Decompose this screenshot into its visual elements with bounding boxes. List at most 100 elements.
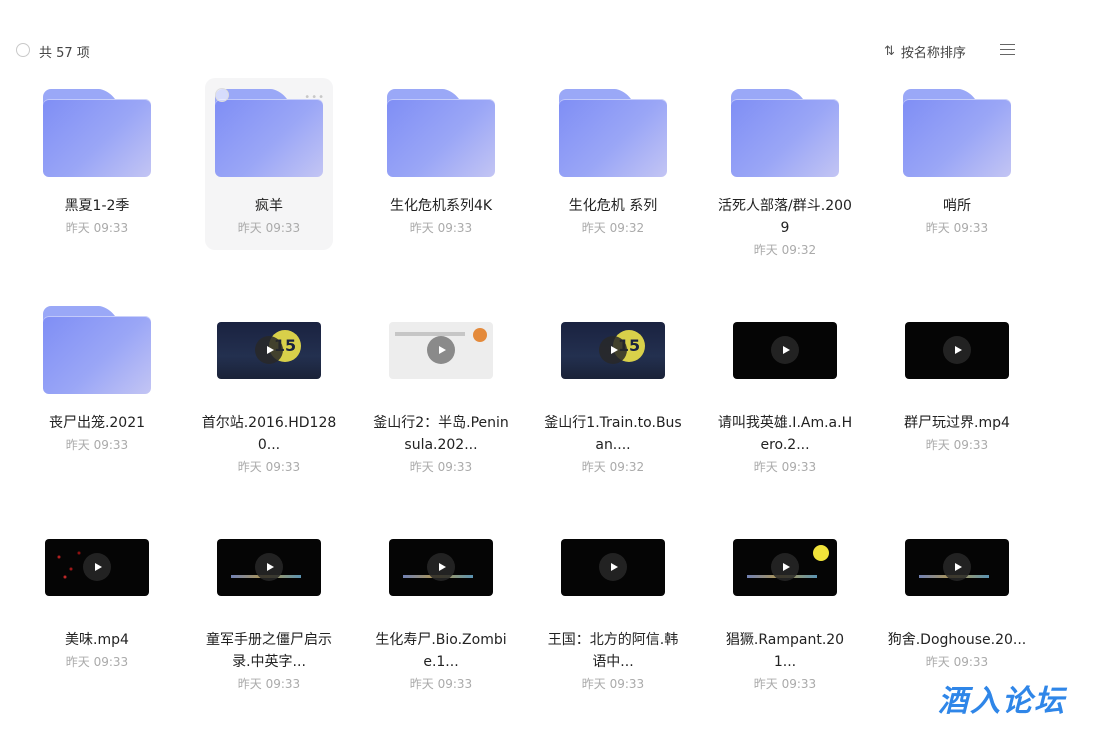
folder-item[interactable]: 丧尸出笼.2021 昨天 09:33 (33, 295, 161, 467)
item-modified-time: 昨天 09:32 (581, 221, 645, 235)
folder-item[interactable]: ••• 疯羊 昨天 09:33 (205, 78, 333, 250)
video-thumbnail (893, 295, 1021, 405)
grid-cell: 请叫我英雄.I.Am.a.Hero.2... 昨天 09:33 (699, 295, 871, 512)
video-item[interactable]: 童军手册之僵尸启示录.中英字... 昨天 09:33 (205, 512, 333, 691)
sort-button[interactable]: ⇅ 按名称排序 (884, 42, 966, 61)
grid-cell: 猖獗.Rampant.201... 昨天 09:33 (699, 512, 871, 729)
video-item[interactable]: 群尸玩过界.mp4 昨天 09:33 (893, 295, 1021, 467)
item-modified-time: 昨天 09:33 (753, 677, 817, 691)
video-item[interactable]: 请叫我英雄.I.Am.a.Hero.2... 昨天 09:33 (718, 295, 852, 474)
item-modified-time: 昨天 09:33 (409, 221, 473, 235)
grid-cell: 哨所 昨天 09:33 (871, 78, 1043, 295)
select-checkbox[interactable] (215, 88, 229, 102)
play-icon (771, 336, 799, 364)
item-name: 生化危机 系列 昨天 09:32 (543, 195, 683, 239)
item-modified-time: 昨天 09:33 (65, 438, 129, 452)
video-item[interactable]: 15 釜山行1.Train.to.Busan.... 昨天 09:32 (544, 295, 682, 474)
video-thumbnail (721, 295, 849, 405)
item-modified-time: 昨天 09:33 (925, 655, 989, 669)
item-name-text: 猖獗.Rampant.201... (725, 632, 845, 670)
folder-item[interactable]: 黑夏1-2季 昨天 09:33 (33, 78, 161, 250)
item-name-text: 童军手册之僵尸启示录.中英字... (206, 632, 332, 670)
item-name-text: 狗舍.Doghouse.20... (887, 632, 1027, 648)
item-modified-time: 昨天 09:33 (237, 677, 301, 691)
video-item[interactable]: 美味.mp4 昨天 09:33 (33, 512, 161, 684)
item-name-text: 生化危机系列4K (389, 198, 493, 214)
item-name: 首尔站.2016.HD1280... 昨天 09:33 (199, 412, 339, 478)
grid-cell: ••• 疯羊 昨天 09:33 (183, 78, 355, 295)
item-modified-time: 昨天 09:33 (409, 460, 473, 474)
more-options-icon[interactable]: ••• (304, 92, 325, 103)
video-thumbnail (205, 512, 333, 622)
play-icon (943, 553, 971, 581)
grid-cell: 群尸玩过界.mp4 昨天 09:33 (871, 295, 1043, 512)
watermark-logo: 酒入论坛 (938, 684, 1066, 719)
item-name-text: 釜山行1.Train.to.Busan.... (544, 415, 682, 453)
sort-label: 按名称排序 (900, 46, 966, 61)
item-name-text: 生化危机 系列 (568, 198, 658, 214)
grid-cell: 黑夏1-2季 昨天 09:33 (11, 78, 183, 295)
item-name-text: 釜山行2：半岛.Peninsula.202... (373, 415, 509, 453)
item-name: 请叫我英雄.I.Am.a.Hero.2... 昨天 09:33 (715, 412, 855, 478)
grid-cell: 活死人部落/群斗.2009 昨天 09:32 (699, 78, 871, 295)
folder-icon (549, 78, 677, 188)
video-item[interactable]: 生化寿尸.Bio.Zombie.1... 昨天 09:33 (375, 512, 507, 691)
file-grid: 黑夏1-2季 昨天 09:33 ••• 疯羊 昨天 09:33 生化危机系列4K 昨天 09… (11, 78, 1043, 729)
item-name: 釜山行1.Train.to.Busan.... 昨天 09:32 (543, 412, 683, 478)
item-name: 生化寿尸.Bio.Zombie.1... 昨天 09:33 (371, 629, 511, 695)
item-name-text: 活死人部落/群斗.2009 (718, 198, 852, 236)
item-modified-time: 昨天 09:33 (925, 221, 989, 235)
sort-arrows-icon: ⇅ (884, 44, 895, 59)
video-thumbnail: 15 (205, 295, 333, 405)
item-name-text: 丧尸出笼.2021 (48, 415, 146, 431)
item-name: 釜山行2：半岛.Peninsula.202... 昨天 09:33 (371, 412, 511, 478)
item-name-text: 首尔站.2016.HD1280... (201, 415, 337, 453)
grid-cell: 15 首尔站.2016.HD1280... 昨天 09:33 (183, 295, 355, 512)
item-name-text: 黑夏1-2季 (64, 198, 130, 214)
video-item[interactable]: 猖獗.Rampant.201... 昨天 09:33 (721, 512, 849, 691)
item-name-text: 生化寿尸.Bio.Zombie.1... (375, 632, 507, 670)
video-item[interactable]: 狗舍.Doghouse.20... 昨天 09:33 (888, 512, 1026, 684)
item-modified-time: 昨天 09:33 (409, 677, 473, 691)
list-view-icon[interactable] (1000, 44, 1015, 56)
item-name: 狗舍.Doghouse.20... 昨天 09:33 (887, 629, 1027, 673)
folder-icon (33, 78, 161, 188)
item-name: 王国：北方的阿信.韩语中... 昨天 09:33 (543, 629, 683, 695)
folder-icon (33, 295, 161, 405)
folder-item[interactable]: 生化危机 系列 昨天 09:32 (549, 78, 677, 250)
item-name: 丧尸出笼.2021 昨天 09:33 (27, 412, 167, 456)
item-name: 童军手册之僵尸启示录.中英字... 昨天 09:33 (199, 629, 339, 695)
video-item[interactable]: 釜山行2：半岛.Peninsula.202... 昨天 09:33 (373, 295, 509, 474)
video-item[interactable]: 王国：北方的阿信.韩语中... 昨天 09:33 (548, 512, 678, 691)
item-count: 共 57 项 (39, 46, 90, 61)
folder-icon (377, 78, 505, 188)
play-icon (255, 336, 283, 364)
grid-cell: 生化寿尸.Bio.Zombie.1... 昨天 09:33 (355, 512, 527, 729)
video-thumbnail (377, 512, 505, 622)
play-icon (427, 336, 455, 364)
folder-item[interactable]: 活死人部落/群斗.2009 昨天 09:32 (718, 78, 852, 257)
folder-icon (721, 78, 849, 188)
item-name: 哨所 昨天 09:33 (887, 195, 1027, 239)
folder-item[interactable]: 哨所 昨天 09:33 (893, 78, 1021, 250)
item-modified-time: 昨天 09:33 (237, 460, 301, 474)
video-thumbnail (33, 512, 161, 622)
video-item[interactable]: 15 首尔站.2016.HD1280... 昨天 09:33 (202, 295, 336, 474)
item-name-text: 请叫我英雄.I.Am.a.Hero.2... (717, 415, 853, 453)
item-modified-time: 昨天 09:33 (65, 655, 129, 669)
item-name-text: 美味.mp4 (65, 632, 129, 648)
folder-item[interactable]: 生化危机系列4K 昨天 09:33 (377, 78, 505, 250)
play-icon (83, 553, 111, 581)
item-name: 黑夏1-2季 昨天 09:33 (27, 195, 167, 239)
item-name: 生化危机系列4K 昨天 09:33 (371, 195, 511, 239)
video-thumbnail (721, 512, 849, 622)
play-icon (599, 553, 627, 581)
grid-cell: 王国：北方的阿信.韩语中... 昨天 09:33 (527, 512, 699, 729)
item-name: 美味.mp4 昨天 09:33 (27, 629, 167, 673)
grid-cell: 釜山行2：半岛.Peninsula.202... 昨天 09:33 (355, 295, 527, 512)
item-name: 猖獗.Rampant.201... 昨天 09:33 (715, 629, 855, 695)
grid-cell: 美味.mp4 昨天 09:33 (11, 512, 183, 729)
select-all-checkbox[interactable] (16, 43, 30, 57)
item-modified-time: 昨天 09:33 (65, 221, 129, 235)
folder-icon (893, 78, 1021, 188)
